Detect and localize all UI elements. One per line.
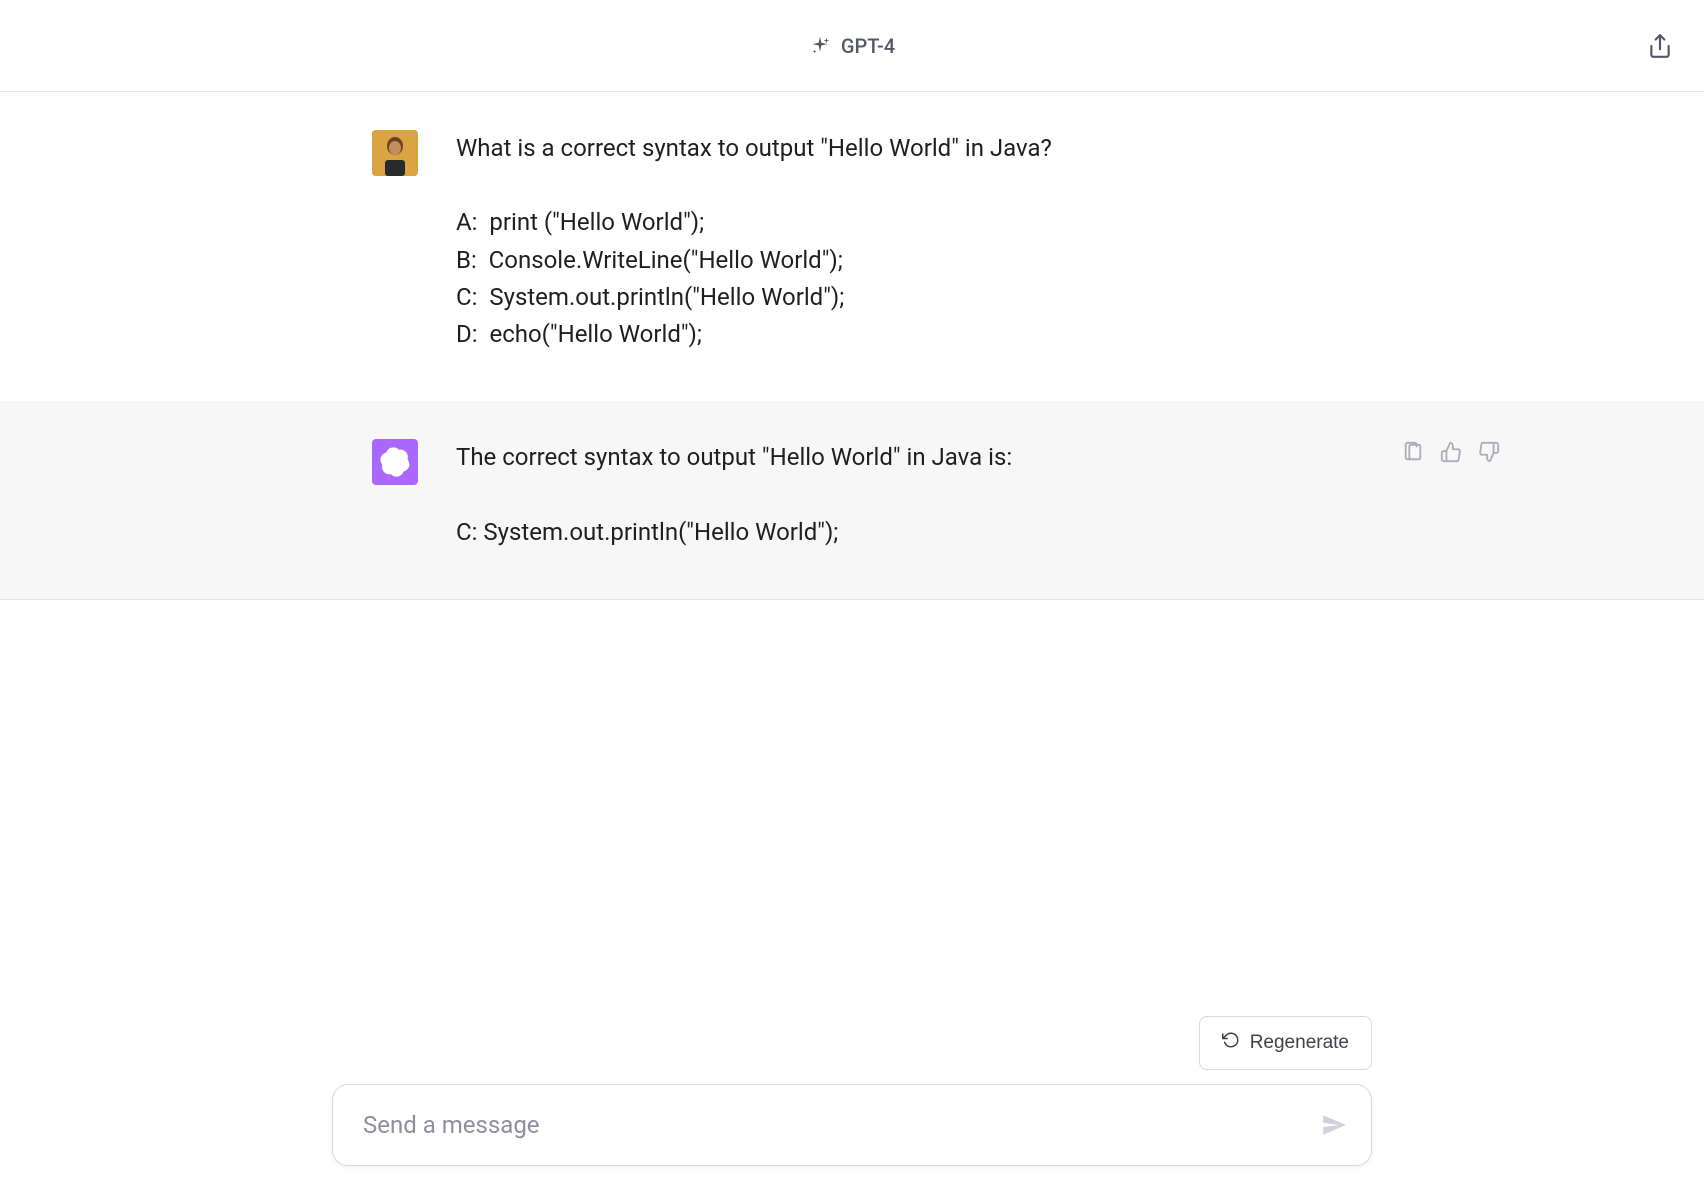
model-name-label: GPT-4 [841,34,895,58]
thumbs-up-icon[interactable] [1438,439,1464,465]
input-area: Regenerate [0,1064,1704,1186]
message-input[interactable] [332,1084,1372,1166]
regenerate-label: Regenerate [1250,1032,1349,1054]
model-indicator: GPT-4 [809,34,895,58]
conversation: What is a correct syntax to output "Hell… [0,92,1704,600]
regenerate-button[interactable]: Regenerate [1199,1016,1372,1070]
share-button[interactable] [1646,32,1674,60]
thumbs-down-icon[interactable] [1476,439,1502,465]
user-message-row: What is a correct syntax to output "Hell… [0,92,1704,401]
regenerate-icon [1222,1031,1240,1055]
assistant-message-row: The correct syntax to output "Hello Worl… [0,401,1704,600]
sparkle-icon [809,35,831,57]
user-avatar [372,130,418,176]
assistant-message-text: The correct syntax to output "Hello Worl… [456,439,1332,551]
copy-icon[interactable] [1400,439,1426,465]
header: GPT-4 [0,0,1704,92]
message-actions [1400,439,1502,465]
user-message-text: What is a correct syntax to output "Hell… [456,130,1332,353]
send-button[interactable] [1316,1107,1352,1143]
assistant-avatar [372,439,418,485]
